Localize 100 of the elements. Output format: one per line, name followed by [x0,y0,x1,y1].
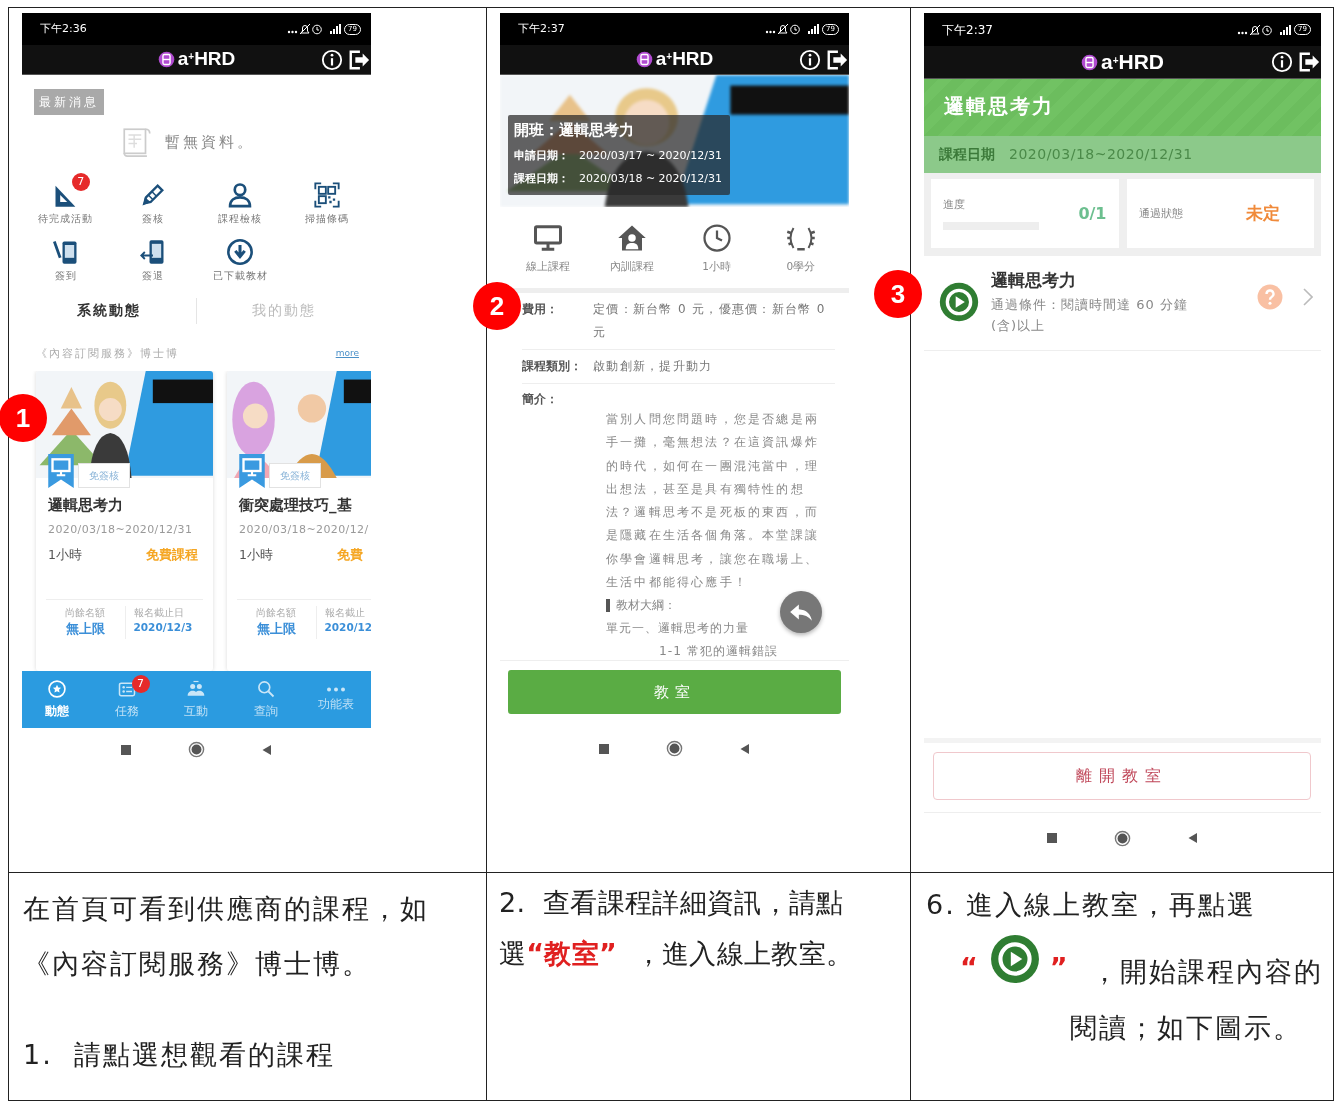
step-marker: 1 [0,394,47,442]
quota-value: 無上限 [64,620,106,638]
date-value: 2020/03/18 ~ 2020/12/31 [579,171,722,187]
info-icon[interactable] [1271,51,1293,73]
course-dates: 2020/03/18~2020/12/ [239,521,370,538]
course-price: 免費課程 [146,546,199,564]
date-label: 申請日期： [514,147,569,164]
classroom-button[interactable]: 教室 [508,670,841,714]
deadline-value: 2020/12 [324,620,371,635]
caption-text: 6. 進入線上教室，再點選 [926,888,1258,922]
empty-message: 暫無資料。 [164,131,255,153]
more-link[interactable]: more [335,347,359,361]
intro-text: 當別人問您問題時，您是否總是兩手一攤，毫無想法？在這資訊爆炸的時代，如何在一團混沌當中，理出想法，甚至是具有獨特性的想法？邏輯思考不是死板的東西，而是隱藏在生活各個角落。本堂課讓你學會邏輯思考，讓您在職場上、生活中都能得心應手！ [606,411,820,592]
shortcut-label[interactable]: 待完成活動 [38,212,94,227]
quota-label: 尚餘名額 [64,605,107,620]
logout-icon[interactable] [825,48,849,71]
app-logo-text: a$^{+}$HRD [1101,49,1164,76]
logo-icon [157,51,175,68]
logout-icon[interactable] [347,48,371,71]
course-duration: 1小時 [48,546,83,564]
quote-mark: ” [1049,951,1070,985]
back-icon[interactable] [1187,832,1199,844]
shortcut-label[interactable]: 課程檢核 [218,212,263,227]
recent-apps-icon[interactable] [598,742,610,755]
logout-icon[interactable] [1297,51,1321,73]
nav-tab[interactable]: 動態 [22,671,92,728]
app-logo-text: a$^{+}$HRD [177,47,236,72]
back-icon[interactable] [261,743,273,756]
date-label: 課程日期： [514,171,569,187]
more-icon [326,686,347,692]
field-label: 簡介： [522,391,559,408]
deadline-label: 報名截止日 [133,605,185,620]
course-duration: 1小時 [239,546,274,564]
bullet-bar [606,599,610,613]
course-title: 衝突處理技巧_基 [239,495,353,516]
star-circle-icon [46,679,67,699]
shortcut-label[interactable]: 掃描條碼 [305,212,350,227]
shortcut-label[interactable]: 簽到 [54,269,77,284]
progress-value: 0/1 [1078,202,1107,225]
course-tag: 免簽核 [78,463,130,488]
home-icon[interactable] [1114,829,1131,847]
fact-label: 1小時 [702,259,731,274]
outline-label: 教材大綱： [616,597,676,615]
download-icon[interactable] [226,238,255,267]
course-card[interactable]: 免簽核 邏輯思考力 2020/03/18~2020/12/31 1小時 免費課程 尚餘名額 無上限 報名截止日 2020/12/3 [36,371,213,671]
fact-label: 內訓課程 [610,259,655,274]
step-marker: 3 [874,270,922,318]
recent-apps-icon[interactable] [120,743,132,756]
date-value: 2020/03/17 ~ 2020/12/31 [579,147,722,164]
info-icon[interactable] [321,48,343,71]
feed-tab[interactable]: 系統動態 [22,299,196,322]
outline-unit: 單元一、邏輯思考的力量 [606,620,749,638]
quota-value: 無上限 [255,620,297,638]
nav-tab[interactable]: 任務 7 [91,671,162,728]
course-title: 邏輯思考力 [48,495,124,516]
date-label: 課程日期 [939,145,995,164]
clock-icon [701,223,732,253]
caption-text: 2. 查看課程詳細資訊，請點選“教室” ，進入線上教室。 [499,886,855,971]
field-label: 課程類別： [522,358,583,375]
bookmark-monitor-icon [239,454,265,488]
banner-title: 開班：邏輯思考力 [514,120,635,141]
lesson-condition: 通過條件：閱讀時間達 60 分鐘(含)以上 [991,295,1189,335]
outline-lesson: 1-1 常犯的邏輯錯誤 [659,643,779,660]
quote-mark: “ [960,951,980,985]
deadline-label: 報名截止 [324,605,366,620]
house-icon [617,223,648,253]
course-tag: 免簽核 [269,463,321,488]
play-icon[interactable] [989,934,1040,984]
course-dates: 2020/03/18~2020/12/31 [48,521,194,538]
count-badge: 7 [71,173,90,191]
leave-classroom-button[interactable]: 離開教室 [933,752,1311,800]
caption-text: ，開始課程內容的閱讀；如下圖示。 [1069,955,1323,1045]
shortcut-label[interactable]: 簽退 [141,269,164,284]
status-time: 下午2:37 [518,20,565,37]
field-label: 費用： [522,301,559,318]
status-icons-drawing [287,23,342,35]
play-icon[interactable] [939,282,979,322]
section-title: 《內容訂閱服務》博士博 [36,345,179,362]
course-price: 免費 [337,546,364,564]
back-icon[interactable] [739,742,751,755]
phone-arrow-icon[interactable] [138,238,167,267]
phone-pen-icon[interactable] [51,238,80,267]
logo-icon [635,51,653,68]
info-icon[interactable] [799,48,821,71]
bookmark-monitor-icon [48,454,74,488]
qr-code-icon[interactable] [313,181,342,209]
home-icon[interactable] [666,740,683,757]
step-marker: 2 [473,282,521,330]
recent-apps-icon[interactable] [1046,832,1058,844]
course-card[interactable]: 免簽核 衝突處理技巧_基 2020/03/18~2020/12/ 1小時 免費 尚餘名額 無上限 報名截止 2020/12 [227,371,371,671]
caption-step: 1. 請點選想觀看的課程 [23,1027,472,1082]
search-icon [256,679,277,699]
shortcut-label[interactable]: 簽核 [141,212,164,227]
shortcut-label[interactable]: 已下載教材 [212,269,268,284]
home-icon[interactable] [188,741,205,758]
progress-label: 進度 [943,196,966,212]
status-label: 通過狀態 [1138,205,1183,221]
back-button[interactable] [780,591,822,633]
lesson-row[interactable]: 邏輯思考力 通過條件：閱讀時間達 60 分鐘(含)以上 [924,256,1321,351]
logo-icon [1081,53,1098,71]
